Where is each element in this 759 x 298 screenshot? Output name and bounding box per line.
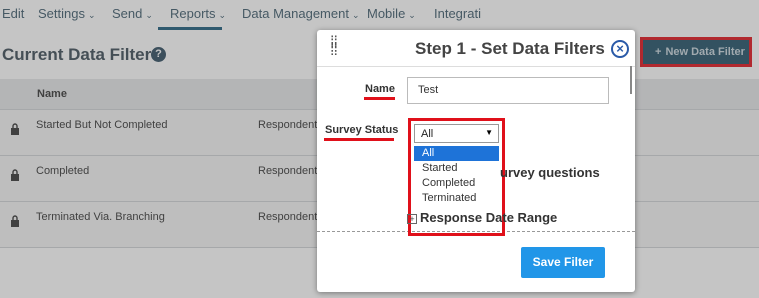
response-date-range-toggle[interactable]: + Response Date Range: [407, 210, 557, 225]
save-filter-button[interactable]: Save Filter: [521, 247, 605, 278]
drag-handle-icon[interactable]: ⁞⁞ ⁞⁞: [330, 35, 338, 59]
name-label-highlight: [364, 97, 395, 100]
dialog-title: Step 1 - Set Data Filters: [415, 39, 605, 58]
filter-name-input[interactable]: Test: [407, 77, 609, 104]
survey-questions-heading: urvey questions: [500, 165, 600, 180]
survey-status-label: Survey Status: [325, 124, 399, 136]
close-icon[interactable]: ×: [611, 40, 629, 58]
option-completed[interactable]: Completed: [414, 176, 499, 191]
set-data-filters-dialog: ⁞⁞ ⁞⁞ Step 1 - Set Data Filters × Name Te…: [317, 30, 635, 292]
option-started[interactable]: Started: [414, 161, 499, 176]
option-terminated[interactable]: Terminated: [414, 191, 499, 206]
dropdown-arrow-icon: ▼: [485, 128, 493, 137]
scrollbar[interactable]: [630, 66, 632, 94]
expand-plus-icon: +: [407, 214, 417, 224]
response-date-range-label: Response Date Range: [420, 210, 558, 225]
name-label: Name: [365, 83, 395, 95]
survey-status-label-highlight: [324, 138, 394, 141]
survey-status-select[interactable]: All ▼: [414, 124, 499, 143]
survey-status-options: All Started Completed Terminated: [414, 146, 499, 206]
option-all[interactable]: All: [414, 146, 499, 161]
survey-status-selected-value: All: [421, 128, 434, 140]
